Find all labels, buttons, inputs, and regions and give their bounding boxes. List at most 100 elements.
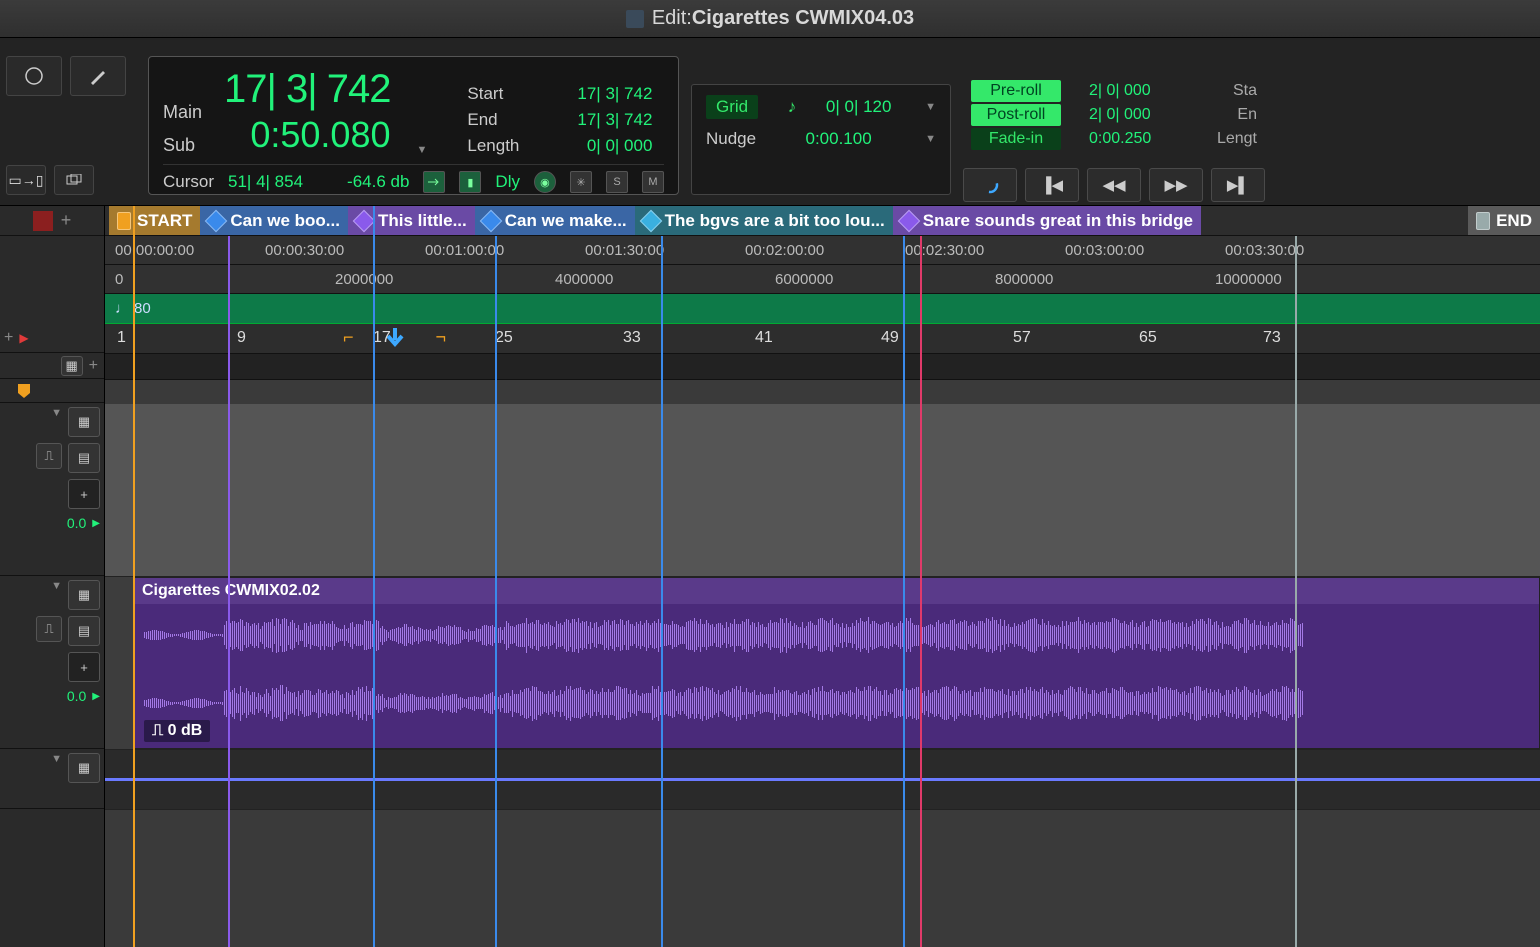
selection-out-icon[interactable]: ¬ (436, 327, 447, 348)
forward-button[interactable]: ▶▶ (1149, 168, 1203, 202)
preroll-button[interactable]: Pre-roll (971, 80, 1061, 102)
smart-tool-button[interactable] (6, 56, 62, 96)
marker-shield-icon (16, 383, 32, 399)
postroll-value[interactable]: 2| 0| 000 (1089, 106, 1151, 124)
bars-ruler[interactable]: ⌐ ¬ 191725334149576573 (105, 324, 1540, 354)
add-ruler-button[interactable]: + (89, 357, 98, 375)
main-toolbar: ▭→▯ Main Sub 17| 3| 742 0:50.080 Start E… (0, 38, 1540, 206)
playhead-end (1295, 236, 1297, 947)
track2-view-dropdown-icon[interactable] (51, 580, 62, 610)
timecode-tick: 00:00:00:00 (115, 242, 194, 259)
secondary-marker-ruler[interactable] (105, 380, 1540, 404)
track1-automation-button[interactable]: ⎍ (36, 443, 62, 469)
timecode-ruler[interactable]: 00:00:00:00 00:00:30:00 00:01:00:00 00:01:3… (105, 236, 1540, 265)
timecode-tick: 00:01:30:00 (585, 242, 664, 259)
track1-playlist-button[interactable]: ▦ (68, 407, 100, 437)
insertion-follows-icon[interactable] (423, 171, 445, 193)
track1-vol-value[interactable]: 0.0 (67, 515, 86, 531)
session-name: Cigarettes CWMIX04.03 (692, 7, 914, 30)
clip-gain-badge[interactable]: ⎍ 0 dB (144, 720, 210, 742)
marker-2[interactable]: This little... (348, 206, 475, 235)
sub-counter-value[interactable]: 0:50.080 (250, 114, 390, 156)
bar-tick: 65 (1139, 329, 1157, 347)
bar-tick: 9 (237, 329, 246, 347)
bar-tick: 1 (117, 329, 126, 347)
pencil-tool-button[interactable] (70, 56, 126, 96)
online-button[interactable] (963, 168, 1017, 202)
add-tempo-button[interactable]: + (4, 329, 13, 347)
tab-to-transient-button[interactable]: ▭→▯ (6, 165, 46, 195)
grid-mode-button[interactable]: Grid (706, 95, 758, 119)
roll-panel: Pre-roll 2| 0| 000 Sta Post-roll 2| 0| 0… (963, 74, 1265, 156)
marker-1[interactable]: Can we boo... (200, 206, 348, 235)
cursor-db: -64.6 db (347, 172, 409, 192)
clip-name: Cigarettes CWMIX02.02 (134, 578, 1539, 604)
sample-tick: 6000000 (775, 271, 833, 288)
playhead-marker-blue2 (495, 236, 497, 947)
ruler-opt-button[interactable]: ▦ (61, 356, 83, 376)
selection-ruler[interactable] (105, 354, 1540, 380)
sample-tick: 2000000 (335, 271, 393, 288)
bar-tick: 57 (1013, 329, 1031, 347)
nudge-value[interactable]: 0:00.100 (806, 129, 872, 149)
samples-ruler[interactable]: 0200000040000006000000800000010000000 (105, 265, 1540, 294)
track3-view-dropdown-icon[interactable] (51, 753, 62, 783)
grid-dropdown-icon[interactable] (925, 101, 936, 113)
session-icon (626, 10, 644, 28)
grid-nudge-panel: Grid ♪ 0| 0| 120 Nudge 0:00.100 (691, 84, 951, 195)
tempo-value[interactable]: 80 (134, 300, 151, 317)
automation-line[interactable] (105, 778, 1540, 781)
marker-0[interactable]: START (109, 206, 200, 235)
selection-in-icon[interactable]: ⌐ (343, 327, 354, 348)
preroll-value[interactable]: 2| 0| 000 (1089, 82, 1151, 100)
fadein-value[interactable]: 0:00.250 (1089, 130, 1151, 148)
note-icon: ♪ (788, 97, 797, 117)
timecode-tick: 00:01:00:00 (425, 242, 504, 259)
tempo-ruler[interactable]: ♩ 80 (105, 294, 1540, 324)
timecode-tick: 00:00:30:00 (265, 242, 344, 259)
track-1[interactable] (105, 404, 1540, 577)
main-format-dropdown-icon[interactable] (417, 144, 428, 156)
solo-indicator[interactable]: S (606, 171, 628, 193)
length-value[interactable]: 0| 0| 000 (587, 136, 653, 156)
track-3[interactable] (105, 750, 1540, 810)
automation-icon[interactable]: ◉ (534, 171, 556, 193)
track2-add-button[interactable]: + (68, 652, 100, 682)
dly-label[interactable]: Dly (495, 172, 520, 192)
playhead-cursor (373, 206, 375, 947)
fadein-button[interactable]: Fade-in (971, 128, 1061, 150)
postroll-button[interactable]: Post-roll (971, 104, 1061, 126)
link-edit-button[interactable] (54, 165, 94, 195)
link-timeline-icon[interactable]: ▮ (459, 171, 481, 193)
marker-5[interactable]: Snare sounds great in this bridge (893, 206, 1201, 235)
marker-4[interactable]: The bgvs are a bit too lou... (635, 206, 893, 235)
timeline-area[interactable]: STARTCan we boo...This little...Can we m… (105, 206, 1540, 947)
track1-add-button[interactable]: + (68, 479, 100, 509)
clip-gain-value: 0 dB (168, 722, 203, 739)
track2-automation-button[interactable]: ⎍ (36, 616, 62, 642)
track1-elastic-button[interactable]: ▤ (68, 443, 100, 473)
edit-area: + + ▶ ▦ + ▦ ⎍ ▤ + 0.0 ▶ (0, 206, 1540, 947)
track1-view-dropdown-icon[interactable] (51, 407, 62, 437)
mute-indicator[interactable]: M (642, 171, 664, 193)
track-2[interactable]: Cigarettes CWMIX02.02 ⎍ 0 dB (105, 577, 1540, 750)
grid-value[interactable]: 0| 0| 120 (826, 97, 892, 117)
nudge-dropdown-icon[interactable] (925, 133, 936, 145)
add-marker-button[interactable]: + (61, 210, 72, 231)
goto-end-button[interactable]: ▶▌ (1211, 168, 1265, 202)
rewind-button[interactable]: ◀◀ (1087, 168, 1141, 202)
start-value[interactable]: 17| 3| 742 (577, 84, 652, 104)
marker-6[interactable]: END (1468, 206, 1540, 235)
marker-ruler[interactable]: STARTCan we boo...This little...Can we m… (105, 206, 1540, 236)
rtz-button[interactable]: ▐◀ (1025, 168, 1079, 202)
audio-clip[interactable]: Cigarettes CWMIX02.02 ⎍ 0 dB (133, 577, 1540, 749)
end-value[interactable]: 17| 3| 742 (577, 110, 652, 130)
track3-playlist-button[interactable]: ▦ (68, 753, 100, 783)
snap-icon[interactable]: ✳ (570, 171, 592, 193)
track2-vol-value[interactable]: 0.0 (67, 688, 86, 704)
marker-3[interactable]: Can we make... (475, 206, 635, 235)
marker-record-icon[interactable] (33, 211, 53, 231)
main-counter-value[interactable]: 17| 3| 742 (224, 67, 390, 112)
track2-playlist-button[interactable]: ▦ (68, 580, 100, 610)
track2-elastic-button[interactable]: ▤ (68, 616, 100, 646)
